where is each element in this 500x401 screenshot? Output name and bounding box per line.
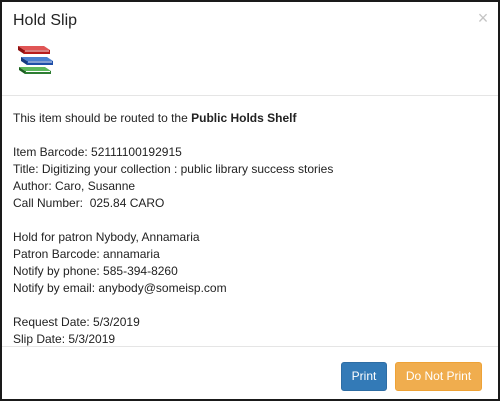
books-stack-icon <box>18 46 53 74</box>
hold-slip-body: This item should be routed to the Public… <box>13 110 491 348</box>
item-title: Title: Digitizing your collection : publ… <box>13 162 334 176</box>
print-button[interactable]: Print <box>341 362 387 391</box>
patron-barcode: Patron Barcode: annamaria <box>13 247 160 261</box>
close-icon[interactable]: × <box>476 9 490 27</box>
item-call-number: Call Number: 025.84 CARO <box>13 196 165 210</box>
dialog-footer: Print Do Not Print <box>2 346 498 399</box>
notify-email: Notify by email: anybody@someisp.com <box>13 281 227 295</box>
hold-slip-dialog: Hold Slip × This item should be routed t… <box>0 0 500 401</box>
item-author: Author: Caro, Susanne <box>13 179 136 193</box>
hold-for-patron: Hold for patron Nybody, Annamaria <box>13 230 200 244</box>
routing-prefix: This item should be routed to the <box>13 111 192 125</box>
routing-instruction: This item should be routed to the Public… <box>13 110 491 127</box>
request-date: Request Date: 5/3/2019 <box>13 315 140 329</box>
item-barcode: Item Barcode: 52111100192915 <box>13 145 182 159</box>
do-not-print-button[interactable]: Do Not Print <box>395 362 482 391</box>
routing-destination: Public Holds Shelf <box>191 111 297 125</box>
dialog-title: Hold Slip <box>13 12 78 29</box>
dialog-header: Hold Slip × <box>2 2 498 96</box>
notify-phone: Notify by phone: 585-394-8260 <box>13 264 178 278</box>
